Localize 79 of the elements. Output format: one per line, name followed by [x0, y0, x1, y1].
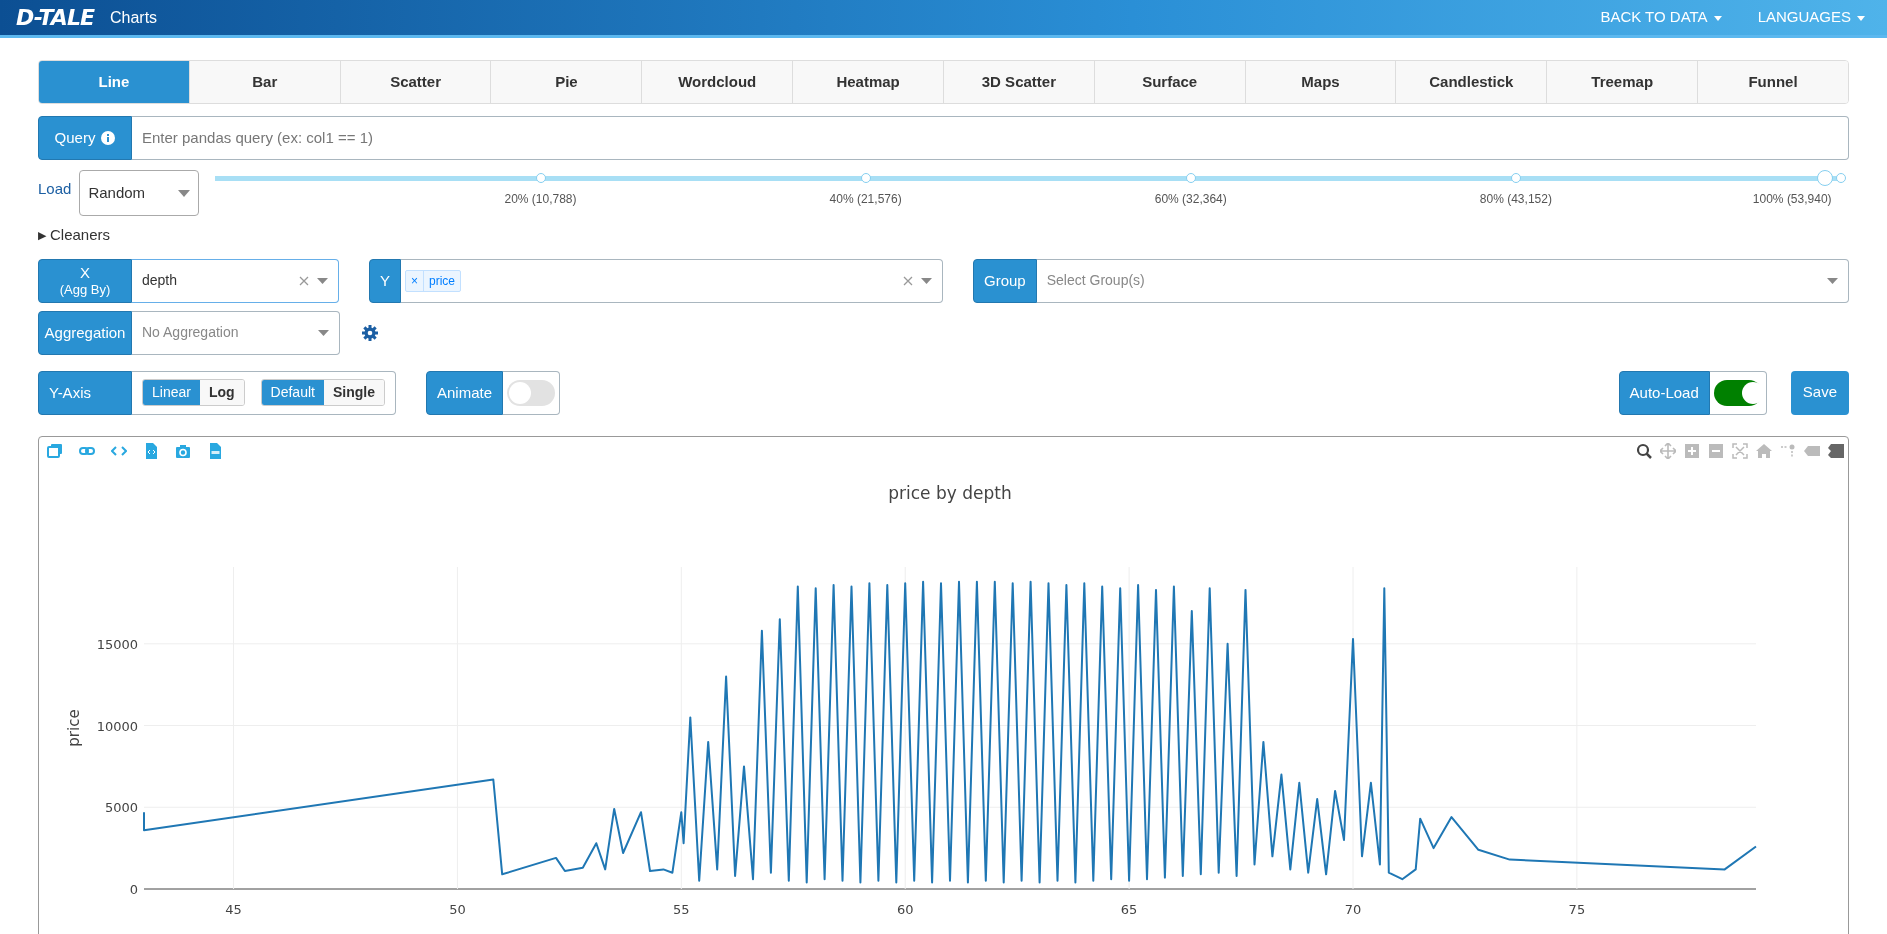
- group-select[interactable]: Select Group(s): [1036, 258, 1849, 303]
- axis-tick-label: 55: [673, 901, 690, 917]
- chart-type-tab[interactable]: Scatter: [339, 61, 491, 103]
- logo: D-TALE: [16, 4, 94, 32]
- caret-icon: [317, 277, 328, 284]
- axis-title: price: [65, 708, 83, 747]
- caret-icon: [178, 189, 191, 197]
- toggle-option[interactable]: Log: [199, 380, 244, 405]
- axis-tick-label: 65: [1120, 901, 1138, 917]
- aggregation-select[interactable]: No Aggregation: [132, 310, 340, 355]
- axis-tick-label: 70: [1344, 901, 1362, 917]
- camera-icon[interactable]: [175, 442, 191, 459]
- clear-icon[interactable]: [903, 275, 913, 286]
- chart-type-tab[interactable]: Surface: [1093, 61, 1245, 103]
- chart-type-tab[interactable]: 3D Scatter: [942, 61, 1094, 103]
- page-title: Charts: [109, 7, 158, 28]
- move-icon[interactable]: [1660, 442, 1676, 459]
- slider-mark-label: 20% (10,788): [504, 191, 577, 208]
- axis-tick-label: 50: [449, 901, 466, 917]
- toggle-label: Animate: [425, 370, 503, 415]
- slider-mark: [1185, 173, 1196, 183]
- chart-type-tab[interactable]: Bar: [188, 61, 340, 103]
- axis-tick-label: 0: [129, 881, 138, 897]
- caret-icon: [1827, 277, 1838, 284]
- y-select[interactable]: × price: [401, 258, 943, 303]
- y-label: Y: [369, 258, 401, 303]
- slider-thumb[interactable]: [1816, 170, 1833, 186]
- autoscale-icon[interactable]: [1732, 442, 1748, 459]
- zoom-out-icon[interactable]: [1708, 442, 1724, 459]
- chart-type-tab[interactable]: Treemap: [1546, 61, 1698, 103]
- chart-type-tab[interactable]: Pie: [490, 61, 642, 103]
- zoom-in-icon[interactable]: [1684, 442, 1700, 459]
- settings-icon[interactable]: [362, 324, 378, 341]
- selected-tag[interactable]: × price: [405, 269, 462, 292]
- y-axis-label: Y-Axis: [38, 370, 132, 415]
- chart-type-tab[interactable]: Candlestick: [1395, 61, 1547, 103]
- x-label: X (Agg By): [38, 258, 132, 303]
- axis-tick-label: 45: [225, 901, 242, 917]
- slider-mark-label: 80% (43,152): [1479, 191, 1552, 208]
- query-label: Query: [38, 116, 132, 160]
- chart-type-tab[interactable]: Wordcloud: [641, 61, 793, 103]
- home-icon[interactable]: [1756, 442, 1772, 459]
- caret-icon: [921, 277, 932, 284]
- tags-icon[interactable]: [1828, 442, 1844, 459]
- query-input[interactable]: Enter pandas query (ex: col1 == 1): [132, 116, 1849, 160]
- file-code-icon[interactable]: [143, 442, 159, 459]
- slider-mark-label: 40% (21,576): [829, 191, 902, 208]
- toggle-label: Auto-Load: [1618, 370, 1710, 415]
- chart-title: price by depth: [888, 482, 1012, 503]
- info-icon: [101, 131, 116, 145]
- zoom-icon[interactable]: [1636, 442, 1652, 459]
- slider-mark-label: 100% (53,940): [1752, 191, 1832, 208]
- axis-tick-label: 75: [1568, 901, 1586, 917]
- slider-mark: [1836, 173, 1846, 183]
- caret-icon: [318, 329, 329, 336]
- toggle-option[interactable]: Single: [323, 380, 384, 405]
- toggle-switch[interactable]: [507, 379, 555, 406]
- x-select[interactable]: depth: [132, 258, 339, 303]
- slider-mark: [1510, 173, 1521, 183]
- load-label: Load: [38, 179, 72, 199]
- windows-icon[interactable]: [47, 442, 63, 459]
- slider-mark-label: 60% (32,364): [1154, 191, 1227, 208]
- slider-mark: [535, 173, 546, 183]
- chart-type-tab[interactable]: Maps: [1244, 61, 1396, 103]
- cleaners-toggle[interactable]: ▶ Cleaners: [38, 224, 111, 247]
- slider-mark: [860, 173, 871, 183]
- aggregation-label: Aggregation: [38, 310, 132, 355]
- axis-tick-label: 5000: [104, 799, 138, 815]
- chart-type-tab[interactable]: Heatmap: [792, 61, 943, 103]
- clear-icon[interactable]: [299, 275, 309, 286]
- chart-type-tab[interactable]: Funnel: [1697, 61, 1848, 103]
- file-csv-icon[interactable]: [207, 442, 223, 459]
- axis-tick-label: 10000: [96, 718, 138, 734]
- toggle-switch[interactable]: [1713, 379, 1762, 406]
- load-select[interactable]: Random: [79, 170, 200, 216]
- spike-lines-icon[interactable]: [1780, 442, 1796, 459]
- axis-tick-label: 60: [896, 901, 914, 917]
- axis-tick-label: 15000: [96, 636, 138, 652]
- group-label: Group: [973, 258, 1037, 303]
